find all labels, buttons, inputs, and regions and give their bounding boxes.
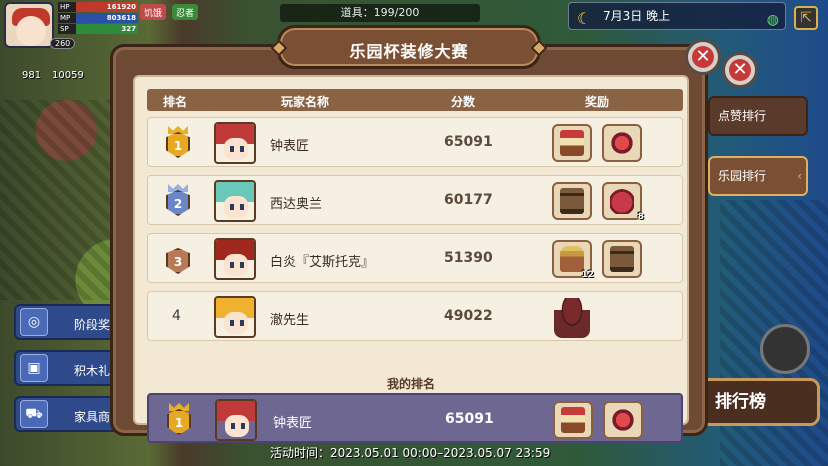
globe-icon[interactable]: ◍ — [767, 7, 779, 33]
gold-rank-badge: 1 — [164, 126, 192, 160]
reward-potion-bottle-icon[interactable]: 12 — [552, 240, 594, 280]
header-rank: 排名 — [163, 95, 188, 109]
player-avatar[interactable] — [214, 238, 256, 280]
my-avatar[interactable] — [215, 399, 257, 441]
chevron-left-icon: ‹ — [797, 169, 802, 183]
box-icon: ▣ — [20, 354, 48, 382]
sp-label: SP — [58, 24, 76, 34]
modal-title: 乐园杯装修大赛 — [349, 42, 469, 61]
silver-rank-badge: 2 — [164, 184, 192, 218]
mp-label: MP — [58, 13, 76, 23]
close-modal-button[interactable]: ✕ — [685, 39, 721, 75]
table-row[interactable]: 1 钟表匠 65091 — [147, 117, 683, 167]
leaderboard-button[interactable]: 排行榜 — [700, 378, 820, 426]
player-score: 49022 — [444, 308, 493, 324]
table-row[interactable]: 3 白炎『艾斯托克』 51390 12 — [147, 233, 683, 283]
reward-meat-chunk-icon[interactable]: 8 — [602, 182, 644, 222]
hunger-status: 饥饿 — [140, 4, 167, 20]
my-rank-label: 我的排名 — [386, 377, 435, 391]
mp-value: 803618 — [76, 13, 138, 23]
reward-red-gem-stand-icon[interactable] — [603, 401, 643, 439]
pet-icon[interactable] — [760, 324, 810, 374]
reward-slot-machine-icon[interactable] — [553, 401, 593, 439]
moon-icon: ☾ — [577, 9, 592, 28]
player-score: 51390 — [444, 250, 493, 266]
header-reward: 奖励 — [585, 95, 610, 109]
date-time-bar: ☾ 7月3日 晚上 ◍ — [568, 2, 786, 30]
player-stats: HP 161920 MP 803618 SP 327 — [58, 2, 138, 35]
reward-cake-stand-icon[interactable] — [552, 298, 592, 340]
bronze-rank-badge: 3 — [164, 242, 192, 276]
tab-likes-label: 点赞排行 — [718, 109, 767, 123]
cart-icon: ⛟ — [20, 400, 48, 428]
my-rank-row[interactable]: 1 钟表匠 65091 — [147, 393, 683, 443]
event-time: 活动时间：2023.05.01 00:00–2023.05.07 23:59 — [270, 446, 551, 460]
table-row[interactable]: 4 澈先生 49022 — [147, 291, 683, 341]
level-badge: 260 — [50, 38, 76, 49]
tab-park-label: 乐园排行 — [718, 169, 767, 183]
player-name: 澈先生 — [270, 313, 310, 328]
player-name: 白炎『艾斯托克』 — [270, 255, 375, 270]
hp-value: 161920 — [76, 2, 138, 12]
ninja-status: 忍者 — [172, 4, 199, 20]
leaderboard-label: 排行榜 — [715, 392, 766, 412]
reward-wood-chair-icon[interactable] — [552, 182, 592, 220]
target-icon: ◎ — [20, 308, 48, 336]
side-blocks-label: 积木礼 — [74, 364, 111, 378]
close-ranking-panel-button[interactable]: ✕ — [722, 52, 758, 88]
ranking-table: 排名 玩家名称 分数 奖励 1 钟表匠 65091 2 西达奥兰 60177 8… — [133, 75, 689, 443]
tab-park-ranking[interactable]: 乐园排行 ‹ — [708, 156, 808, 196]
header-player: 玩家名称 — [281, 95, 330, 109]
player-score: 65091 — [444, 134, 493, 150]
date-text: 7月3日 晚上 — [603, 9, 671, 23]
close-icon: ✕ — [729, 59, 751, 81]
sp-value: 327 — [76, 24, 138, 34]
side-stage-label: 阶段奖 — [74, 318, 111, 332]
close-icon: ✕ — [692, 46, 714, 68]
player-avatar[interactable] — [214, 296, 256, 338]
resource-count-1: 981 — [22, 70, 42, 81]
table-header: 排名 玩家名称 分数 奖励 — [147, 89, 683, 111]
plain-rank-number: 4 — [172, 308, 181, 324]
reward-slot-machine-icon[interactable] — [552, 124, 592, 162]
my-score: 65091 — [445, 411, 494, 427]
reward-wood-chair-icon[interactable] — [602, 240, 642, 278]
player-score: 60177 — [444, 192, 493, 208]
exit-icon[interactable]: ⇱ — [794, 6, 818, 30]
contest-modal: 乐园杯装修大赛 ✕ 排名 玩家名称 分数 奖励 1 钟表匠 65091 2 西达… — [110, 25, 721, 443]
tab-likes-ranking[interactable]: 点赞排行 — [708, 96, 808, 136]
inventory-capacity: 道具：199/200 — [280, 4, 480, 22]
reward-red-gem-stand-icon[interactable] — [602, 124, 642, 162]
player-name: 西达奥兰 — [270, 197, 323, 212]
player-avatar[interactable] — [4, 2, 54, 48]
gold-rank-badge: 1 — [165, 403, 193, 437]
player-avatar[interactable] — [214, 180, 256, 222]
header-score: 分数 — [451, 95, 476, 109]
player-avatar[interactable] — [214, 122, 256, 164]
hp-label: HP — [58, 2, 76, 12]
player-name: 钟表匠 — [270, 139, 310, 154]
my-name: 钟表匠 — [273, 416, 313, 431]
modal-title-plate: 乐园杯装修大赛 — [270, 25, 548, 69]
side-furniture-label: 家具商 — [74, 410, 111, 424]
resource-count-2: 10059 — [52, 70, 84, 81]
table-row[interactable]: 2 西达奥兰 60177 8 — [147, 175, 683, 225]
